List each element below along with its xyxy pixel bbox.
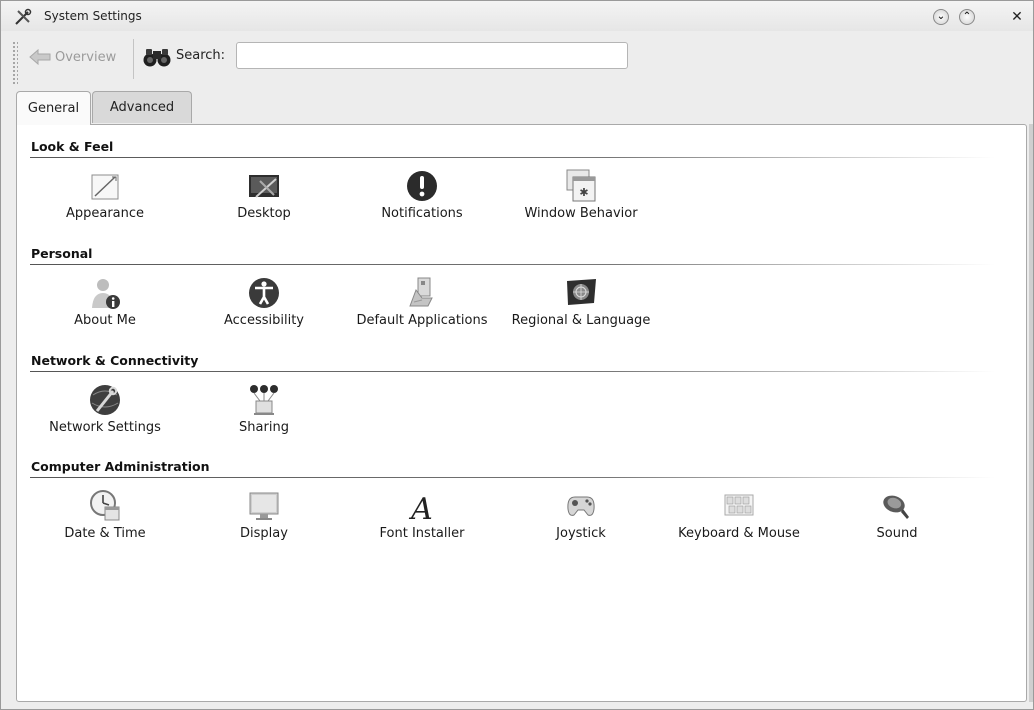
module-sound[interactable]: Sound (817, 489, 977, 547)
maximize-button[interactable]: ⌃ (959, 9, 975, 25)
module-sharing[interactable]: Sharing (184, 383, 344, 441)
module-appearance[interactable]: Appearance (25, 169, 185, 227)
module-font-installer[interactable]: A Font Installer (342, 489, 502, 547)
section-divider (30, 157, 995, 158)
window-behavior-icon: ✱ (566, 169, 596, 202)
section-title-computer-admin: Computer Administration (31, 459, 210, 474)
tools-icon[interactable] (14, 8, 32, 26)
module-accessibility[interactable]: Accessibility (184, 276, 344, 334)
notifications-icon (407, 171, 437, 201)
module-default-applications[interactable]: Default Applications (342, 276, 502, 334)
module-label: Joystick (556, 526, 606, 541)
about-me-icon (92, 279, 120, 309)
sound-icon (883, 495, 909, 519)
back-arrow-icon (29, 49, 51, 65)
module-display[interactable]: Display (184, 489, 344, 547)
svg-text:✱: ✱ (579, 186, 588, 199)
binoculars-icon (143, 49, 171, 67)
toolbar-separator (133, 39, 134, 79)
module-label: Sound (876, 526, 918, 541)
module-label: Date & Time (64, 526, 146, 541)
minimize-button[interactable]: ⌄ (933, 9, 949, 25)
display-icon (249, 492, 279, 520)
module-label: Appearance (65, 206, 145, 221)
search-input[interactable] (236, 42, 628, 69)
module-label: Default Applications (356, 313, 488, 328)
section-divider (30, 477, 995, 478)
window-title: System Settings (44, 9, 142, 23)
tab-general[interactable]: General (16, 91, 91, 125)
toolbar-grip[interactable] (12, 41, 18, 85)
module-label: Font Installer (379, 526, 465, 541)
date-time-icon (90, 490, 120, 521)
module-regional-language[interactable]: Regional & Language (501, 276, 661, 334)
font-installer-icon: A (408, 492, 433, 523)
module-label: Window Behavior (524, 206, 638, 221)
module-label: Accessibility (224, 313, 304, 328)
module-label: Regional & Language (511, 313, 651, 328)
module-label: About Me (74, 313, 136, 328)
section-title-look-feel: Look & Feel (31, 139, 114, 154)
section-divider (30, 264, 995, 265)
search-label: Search: (176, 48, 226, 63)
module-date-time[interactable]: Date & Time (25, 489, 185, 547)
joystick-icon (567, 496, 595, 516)
network-settings-icon (90, 385, 120, 415)
title-bar[interactable]: System Settings ⌄ ⌃ ✕ (1, 1, 1033, 31)
module-label: Notifications (381, 206, 463, 221)
module-desktop[interactable]: Desktop (184, 169, 344, 227)
module-about-me[interactable]: About Me (25, 276, 185, 334)
overview-label: Overview (55, 49, 117, 65)
close-button[interactable]: ✕ (1009, 9, 1025, 25)
section-title-network: Network & Connectivity (31, 353, 199, 368)
module-notifications[interactable]: Notifications (342, 169, 502, 227)
appearance-icon (91, 174, 119, 200)
module-label: Network Settings (49, 420, 161, 435)
default-applications-icon (409, 277, 433, 307)
section-divider (30, 371, 995, 372)
overview-back-button[interactable]: Overview (29, 46, 116, 68)
window-right-edge (1029, 124, 1033, 702)
sharing-icon (250, 385, 278, 415)
regional-language-icon (567, 279, 596, 305)
svg-text:A: A (408, 492, 433, 523)
settings-panel: Look & Feel Appearance Desktop Notificat… (16, 124, 1027, 702)
module-label: Keyboard & Mouse (678, 526, 800, 541)
module-joystick[interactable]: Joystick (501, 489, 661, 547)
desktop-icon (249, 175, 279, 198)
keyboard-mouse-icon (724, 494, 754, 516)
section-title-personal: Personal (31, 246, 93, 261)
module-label: Sharing (239, 420, 289, 435)
module-keyboard-mouse[interactable]: Keyboard & Mouse (659, 489, 819, 547)
accessibility-icon (249, 278, 279, 308)
system-settings-window: System Settings ⌄ ⌃ ✕ Overview Search: G… (0, 0, 1034, 710)
module-window-behavior[interactable]: ✱ Window Behavior (501, 169, 661, 227)
module-label: Display (240, 526, 288, 541)
tab-advanced[interactable]: Advanced (92, 91, 192, 123)
module-network-settings[interactable]: Network Settings (25, 383, 185, 441)
module-label: Desktop (237, 206, 291, 221)
